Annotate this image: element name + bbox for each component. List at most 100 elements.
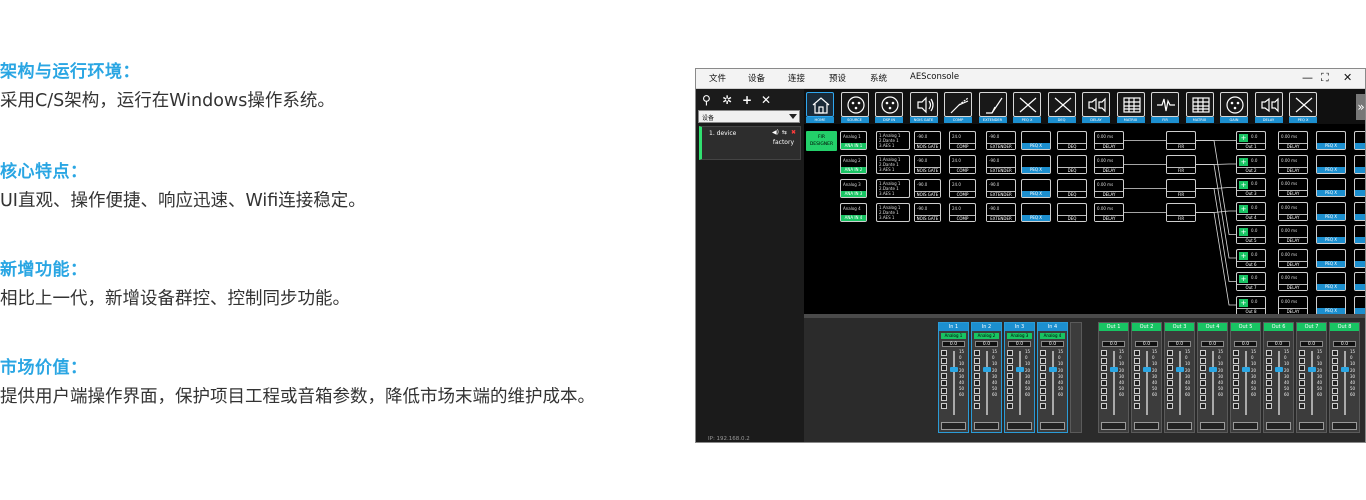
- channel-button[interactable]: [941, 402, 947, 409]
- channel-button[interactable]: [1200, 402, 1206, 409]
- channel-button[interactable]: [941, 350, 947, 356]
- output-extra-block[interactable]: [1354, 295, 1365, 315]
- sync-icon[interactable]: ⇆: [782, 129, 787, 136]
- fader-knob[interactable]: [950, 367, 958, 372]
- toolbar-noise-gate-button[interactable]: NOIS GATE: [909, 92, 938, 124]
- fir-designer-button[interactable]: FIR DESIGNER: [806, 131, 837, 151]
- gain-plus-icon[interactable]: +: [1239, 204, 1248, 213]
- dsp-in-block[interactable]: 1.Analog 1 2.Dante 1 3.AES 1: [876, 155, 910, 174]
- output-gain-block[interactable]: +0.0 Out 6: [1236, 248, 1266, 268]
- channel-button[interactable]: [1167, 372, 1173, 379]
- output-gain-block[interactable]: +0.0 Out 8: [1236, 295, 1266, 315]
- channel-footer[interactable]: [1332, 422, 1357, 430]
- channel-button[interactable]: [974, 350, 980, 356]
- output-extra-block[interactable]: [1354, 154, 1365, 174]
- channel-button[interactable]: [974, 380, 980, 386]
- fader-knob[interactable]: [1341, 367, 1349, 372]
- channel-button[interactable]: [1007, 357, 1013, 364]
- channel-button[interactable]: [1266, 372, 1272, 379]
- channel-footer[interactable]: [1266, 422, 1291, 430]
- fader-track[interactable]: [986, 351, 988, 415]
- channel-button[interactable]: [974, 402, 980, 409]
- channel-button[interactable]: [1134, 357, 1140, 364]
- fader-value[interactable]: 0.0: [1135, 341, 1158, 347]
- menu-device[interactable]: 设备: [748, 72, 765, 84]
- toolbar-dsp-in-button[interactable]: DSP IN: [875, 92, 903, 124]
- toolbar-delay-button[interactable]: DELAY: [1082, 92, 1110, 124]
- menu-connect[interactable]: 连接: [788, 72, 805, 84]
- channel-button[interactable]: [1233, 365, 1239, 371]
- input-fader-strip[interactable]: In 1 Analog 1 0.0 15 0 10 20 30 40 50 60: [938, 322, 969, 433]
- channel-button[interactable]: [1332, 365, 1338, 371]
- output-peq-block[interactable]: PEQ X: [1316, 225, 1346, 244]
- gain-plus-icon[interactable]: +: [1239, 157, 1248, 166]
- output-fader-strip[interactable]: Out 2 0.0 15 0 10 20 30 40 50 60: [1131, 322, 1162, 433]
- noise-gate-block[interactable]: -90.0 NOIS GATE: [914, 131, 941, 150]
- channel-button[interactable]: [1040, 372, 1046, 379]
- channel-button[interactable]: [1266, 380, 1272, 386]
- output-delay-block[interactable]: 0.00 ms DELAY: [1278, 295, 1308, 315]
- channel-button[interactable]: [1101, 365, 1107, 371]
- channel-button[interactable]: [1167, 395, 1173, 401]
- channel-button[interactable]: [1332, 350, 1338, 356]
- fader-knob[interactable]: [1049, 367, 1057, 372]
- channel-button[interactable]: [1233, 372, 1239, 379]
- channel-button[interactable]: [1233, 387, 1239, 394]
- gain-plus-icon[interactable]: +: [1239, 251, 1248, 260]
- channel-button[interactable]: [1299, 402, 1305, 409]
- output-delay-block[interactable]: 0.00 ms DELAY: [1278, 225, 1308, 244]
- channel-button[interactable]: [941, 357, 947, 364]
- toolbar-compressor-button[interactable]: COMP: [944, 92, 972, 124]
- fader-value[interactable]: 0.0: [1201, 341, 1224, 347]
- extender-block[interactable]: -90.0 EXTENDER: [986, 155, 1016, 174]
- dsp-in-block[interactable]: 1.Analog 1 2.Dante 1 3.AES 1: [876, 131, 910, 150]
- channel-button[interactable]: [1200, 380, 1206, 386]
- output-peq-block[interactable]: PEQ X: [1316, 131, 1346, 150]
- channel-button[interactable]: [1040, 357, 1046, 364]
- channel-footer[interactable]: [1167, 422, 1192, 430]
- channel-source[interactable]: Analog 1: [941, 333, 966, 339]
- gain-plus-icon[interactable]: +: [1239, 134, 1248, 142]
- fader-knob[interactable]: [1209, 367, 1217, 372]
- delay-block[interactable]: 0.00 ms DELAY: [1094, 131, 1124, 150]
- comp-block[interactable]: 24.0 COMP: [949, 179, 976, 198]
- channel-button[interactable]: [1266, 387, 1272, 394]
- channel-button[interactable]: [1134, 372, 1140, 379]
- channel-button[interactable]: [1040, 387, 1046, 394]
- toolbar-output-matrix-button[interactable]: MATRIX: [1185, 92, 1214, 124]
- channel-source[interactable]: Analog 4: [1040, 333, 1065, 339]
- channel-footer[interactable]: [1134, 422, 1159, 430]
- fader-knob[interactable]: [1275, 367, 1283, 372]
- toolbar-matrix-button[interactable]: MATRIX: [1116, 92, 1145, 124]
- output-delay-block[interactable]: 0.00 ms DELAY: [1278, 201, 1308, 221]
- channel-button[interactable]: [1299, 395, 1305, 401]
- output-peq-block[interactable]: PEQ X: [1316, 248, 1346, 268]
- search-icon[interactable]: ⚲: [702, 93, 711, 107]
- peq-block[interactable]: PEQ X: [1021, 131, 1051, 150]
- input-fader-strip[interactable]: In 3 Analog 3 0.0 15 0 10 20 30 40 50 60: [1004, 322, 1035, 433]
- output-delay-block[interactable]: 0.00 ms DELAY: [1278, 154, 1308, 174]
- output-extra-block[interactable]: [1354, 178, 1365, 197]
- noise-gate-block[interactable]: -90.0 NOIS GATE: [914, 179, 941, 198]
- channel-button[interactable]: [1167, 380, 1173, 386]
- peq-block[interactable]: PEQ X: [1021, 203, 1051, 222]
- channel-button[interactable]: [1101, 357, 1107, 364]
- delay-block[interactable]: 0.00 ms DELAY: [1094, 179, 1124, 198]
- channel-footer[interactable]: [941, 422, 966, 430]
- delay-block[interactable]: 0.00 ms DELAY: [1094, 203, 1124, 222]
- channel-button[interactable]: [1167, 402, 1173, 409]
- channel-button[interactable]: [1101, 387, 1107, 394]
- channel-button[interactable]: [1332, 395, 1338, 401]
- channel-source[interactable]: Analog 3: [1007, 333, 1032, 339]
- channel-button[interactable]: [974, 357, 980, 364]
- output-gain-block[interactable]: +0.0 Out 7: [1236, 272, 1266, 291]
- output-fader-strip[interactable]: Out 5 0.0 15 0 10 20 30 40 50 60: [1230, 322, 1261, 433]
- channel-button[interactable]: [1040, 380, 1046, 386]
- settings-icon[interactable]: ✲: [722, 93, 732, 107]
- output-peq-block[interactable]: PEQ X: [1316, 201, 1346, 221]
- channel-button[interactable]: [1101, 350, 1107, 356]
- toolbar-peq-button[interactable]: PEQ X: [1013, 92, 1041, 124]
- fader-value[interactable]: 0.0: [1168, 341, 1191, 347]
- channel-button[interactable]: [1101, 372, 1107, 379]
- source-block[interactable]: Analog 4 ANA IN 4: [840, 203, 867, 222]
